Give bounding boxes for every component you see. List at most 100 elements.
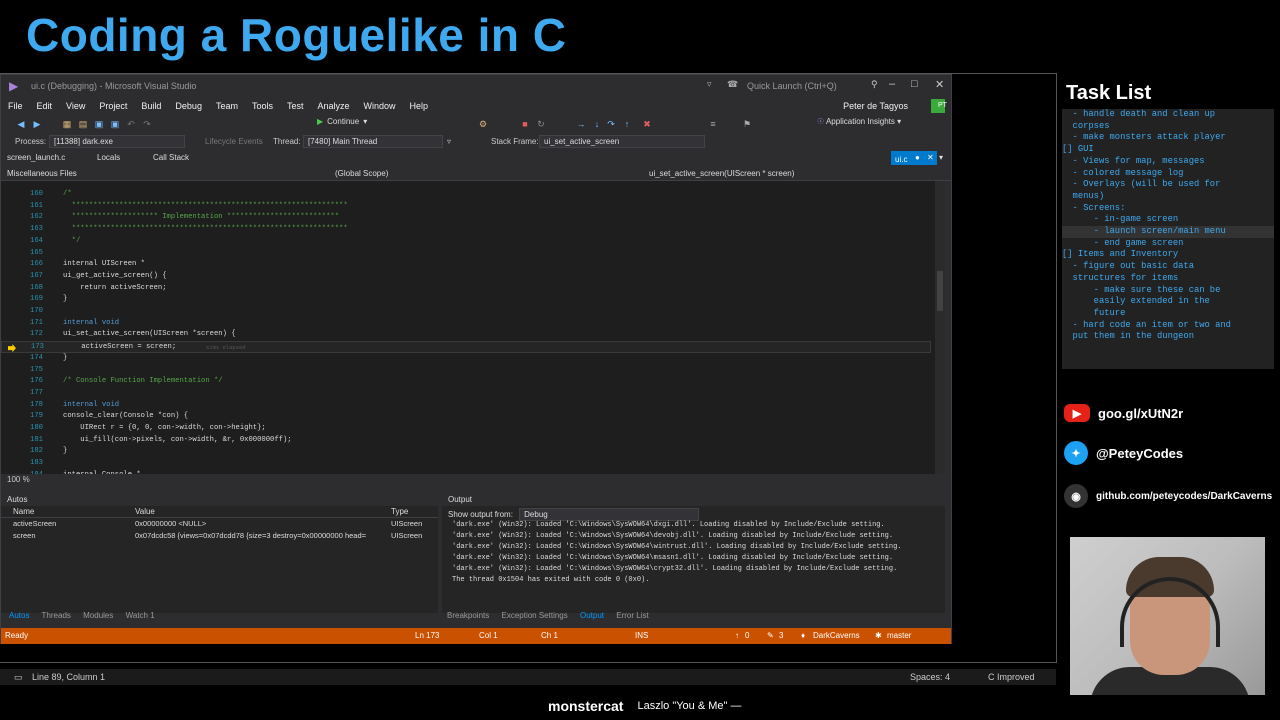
code-line[interactable]: 182} [1, 446, 931, 458]
close-tab-icon[interactable]: ✕ [927, 151, 934, 165]
code-line[interactable]: 161 ************************************… [1, 201, 931, 213]
open-file-icon[interactable]: ▤ [77, 119, 89, 130]
menu-tools[interactable]: Tools [245, 101, 280, 111]
menu-analyze[interactable]: Analyze [311, 101, 357, 111]
column-name[interactable]: Name [1, 506, 135, 517]
tab-ui-c[interactable]: ui.c ● ✕ [891, 151, 937, 165]
pencil-icon[interactable]: ✎ [767, 628, 774, 644]
minimize-button[interactable]: – [889, 78, 895, 90]
status-unpushed[interactable]: 0 [745, 628, 749, 644]
twitter-link[interactable]: ✦ @PeteyCodes [1064, 441, 1183, 465]
host-indentation[interactable]: Spaces: 4 [910, 669, 950, 685]
code-line[interactable]: 170 [1, 306, 931, 318]
code-line[interactable]: 176 /* Console Function Implementation */ [1, 376, 931, 388]
code-line[interactable]: 163 ************************************… [1, 224, 931, 236]
up-arrow-icon[interactable]: ↑ [735, 628, 739, 644]
tab-locals[interactable]: Locals [97, 153, 120, 162]
menu-debug[interactable]: Debug [168, 101, 209, 111]
code-line[interactable]: 162 ******************** Implementation … [1, 212, 931, 224]
code-line[interactable]: 174} [1, 353, 931, 365]
code-line[interactable]: 179 console_clear(Console *con) { [1, 411, 931, 423]
process-dropdown[interactable]: [11388] dark.exe [49, 134, 185, 148]
code-line[interactable]: 172 ui_set_active_screen(UIScreen *screen… [1, 329, 931, 341]
stack-frame-dropdown[interactable]: ui_set_active_screen [539, 134, 705, 148]
code-line[interactable]: 165 [1, 248, 931, 260]
scope-dropdown[interactable]: (Global Scope) [335, 169, 388, 178]
tab-threads[interactable]: Threads [42, 611, 71, 620]
user-name[interactable]: Peter de Tagyos [836, 101, 915, 111]
code-line[interactable]: 169} [1, 294, 931, 306]
tab-overflow-icon[interactable]: ▾ [939, 153, 943, 162]
filter-icon[interactable]: ▿ [707, 79, 712, 90]
menu-team[interactable]: Team [209, 101, 245, 111]
menu-build[interactable]: Build [134, 101, 168, 111]
code-line[interactable]: 166 internal UIScreen * [1, 259, 931, 271]
project-dropdown[interactable]: Miscellaneous Files [7, 169, 77, 178]
show-next-statement-icon[interactable]: → [575, 119, 587, 129]
application-insights-button[interactable]: ☉ Application Insights ▾ [817, 117, 901, 126]
maximize-button[interactable]: □ [911, 78, 918, 90]
undo-icon[interactable]: ↶ [125, 119, 137, 130]
repo-icon[interactable]: ♦ [801, 628, 805, 644]
table-row[interactable]: screen 0x07dcdc58 {views=0x07dcdd78 {siz… [1, 530, 438, 542]
restart-icon[interactable]: ↻ [535, 119, 547, 130]
tab-breakpoints[interactable]: Breakpoints [447, 611, 489, 620]
tab-watch-1[interactable]: Watch 1 [126, 611, 155, 620]
tab-call-stack[interactable]: Call Stack [153, 153, 189, 162]
status-changes[interactable]: 3 [779, 628, 783, 644]
host-syntax[interactable]: C Improved [988, 669, 1035, 685]
feedback-icon[interactable]: ☎ [727, 79, 738, 90]
branch-icon[interactable]: ✱ [875, 628, 882, 644]
lifecycle-events-dropdown[interactable]: Lifecycle Events [205, 137, 263, 146]
filter-icon[interactable]: ▿ [447, 137, 451, 146]
code-line[interactable]: 181 ui_fill(con->pixels, con->width, &r,… [1, 435, 931, 447]
back-icon[interactable]: ◀ [15, 119, 27, 130]
tab-screen-launch[interactable]: screen_launch.c [7, 153, 65, 162]
new-project-icon[interactable]: ▦ [61, 119, 73, 130]
continue-button[interactable]: ▶ Continue ▾ [317, 117, 367, 126]
code-editor[interactable]: 160 /* 161 *******************************… [1, 181, 945, 474]
pin-icon[interactable]: ● [915, 151, 920, 165]
code-line[interactable]: 177 [1, 388, 931, 400]
status-repo[interactable]: DarkCaverns [813, 628, 860, 644]
user-avatar[interactable]: PT [931, 99, 947, 113]
redo-icon[interactable]: ↷ [141, 119, 153, 130]
code-line[interactable]: 180 UIRect r = {0, 0, con->width, con->h… [1, 423, 931, 435]
step-out-icon[interactable]: ↑ [621, 119, 633, 129]
indent-icon[interactable]: ≡ [707, 119, 719, 129]
editor-scrollbar[interactable] [935, 181, 945, 474]
zoom-level[interactable]: 100 % [1, 474, 945, 486]
table-row[interactable]: activeScreen 0x00000000 <NULL> UIScreen [1, 518, 438, 530]
code-line[interactable]: 171 internal void [1, 318, 931, 330]
tab-exception-settings[interactable]: Exception Settings [501, 611, 567, 620]
code-line[interactable]: 173 activeScreen = screen; ≤1ms elapsed [1, 341, 931, 353]
menu-window[interactable]: Window [357, 101, 403, 111]
tab-modules[interactable]: Modules [83, 611, 113, 620]
code-line[interactable]: 175 [1, 365, 931, 377]
step-into-icon[interactable]: ↓ [591, 119, 603, 129]
menu-file[interactable]: File [1, 101, 30, 111]
forward-icon[interactable]: ▶ [31, 119, 43, 130]
menu-edit[interactable]: Edit [30, 101, 60, 111]
column-type[interactable]: Type [391, 506, 431, 517]
stop-debugging-icon[interactable]: ■ [519, 119, 531, 129]
tab-error-list[interactable]: Error List [616, 611, 648, 620]
tab-autos[interactable]: Autos [9, 611, 29, 620]
search-icon[interactable]: ⚲ [871, 79, 878, 90]
monitor-icon[interactable]: ▭ [14, 669, 23, 685]
scrollbar-thumb[interactable] [937, 271, 943, 311]
tab-output[interactable]: Output [580, 611, 604, 620]
breakpoint-toggle-icon[interactable]: ✖ [641, 119, 653, 130]
menu-help[interactable]: Help [403, 101, 436, 111]
code-line[interactable]: 167 ui_get_active_screen() { [1, 271, 931, 283]
thread-dropdown[interactable]: [7480] Main Thread [303, 134, 443, 148]
github-link[interactable]: ◉ github.com/peteycodes/DarkCaverns [1064, 484, 1272, 508]
code-line[interactable]: 164 */ [1, 236, 931, 248]
save-icon[interactable]: ▣ [93, 119, 105, 130]
member-dropdown[interactable]: ui_set_active_screen(UIScreen * screen) [649, 169, 794, 178]
status-branch[interactable]: master [887, 628, 911, 644]
save-all-icon[interactable]: ▣ [109, 119, 121, 130]
code-line[interactable]: 168 return activeScreen; [1, 283, 931, 295]
close-button[interactable]: ✕ [935, 78, 944, 91]
column-value[interactable]: Value [135, 506, 391, 517]
